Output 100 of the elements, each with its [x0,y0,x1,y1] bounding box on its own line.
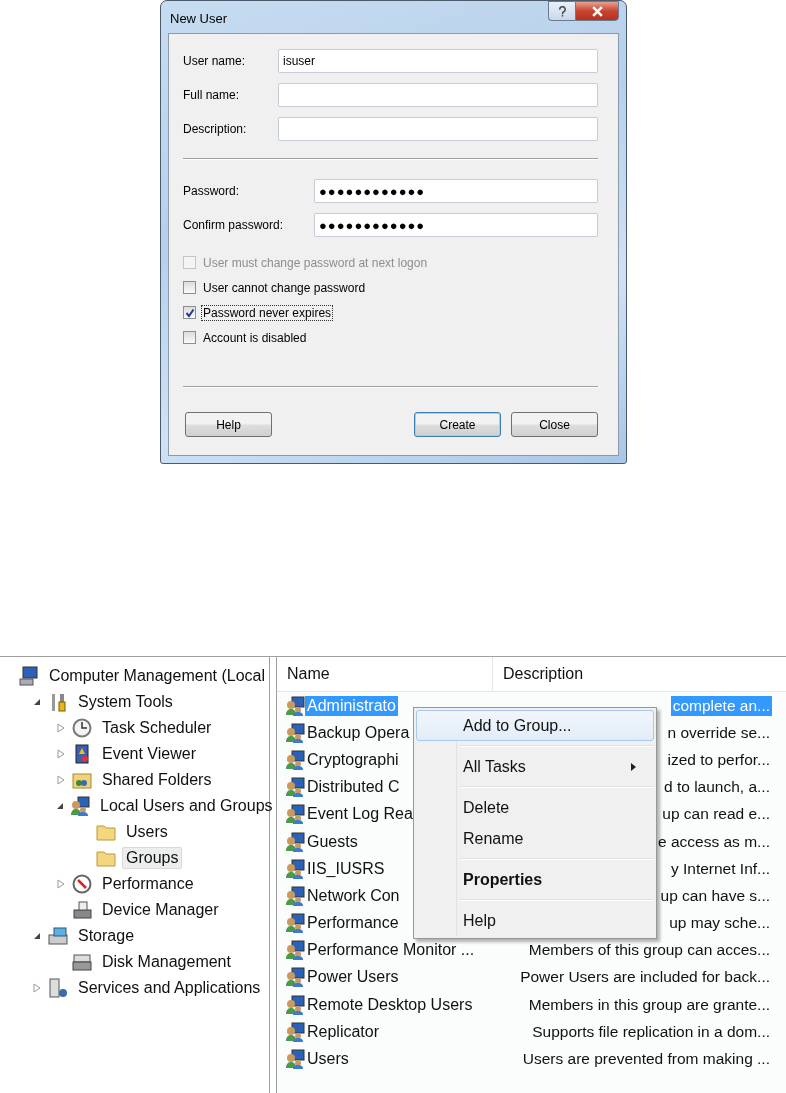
dialog-button[interactable]: Help [185,412,272,437]
menu-item[interactable]: Properties [416,864,654,895]
group-icon [285,804,305,825]
checkbox-label: Password never expires [201,304,334,321]
group-description: up can read e... [661,804,771,825]
group-description: up may sche... [668,913,771,934]
menu-item[interactable]: Add to Group... [416,710,654,741]
collapsed-arrow-icon[interactable] [57,775,65,785]
expanded-arrow-icon[interactable] [56,802,64,810]
input-field[interactable]: isuser [278,49,598,73]
group-icon [285,831,305,852]
users-icon [70,796,90,816]
group-name[interactable]: Cryptographi [305,749,401,770]
expanded-arrow-icon[interactable] [33,932,41,940]
tree-item[interactable]: Shared Folders [98,769,216,791]
group-icon [285,913,305,934]
clock-icon [72,718,92,738]
group-description: up can have s... [659,885,771,906]
computer-icon [18,666,39,686]
tree-item[interactable]: Computer Management (Local [44,665,269,687]
group-description: complete an... [670,695,772,716]
window-title: New User [170,11,228,26]
group-description: Members of this group can acces... [527,940,771,961]
collapsed-arrow-icon[interactable] [57,879,65,889]
group-icon [285,749,305,770]
group-icon [285,722,305,743]
collapsed-arrow-icon[interactable] [57,749,65,759]
tree-item[interactable]: Disk Management [98,951,235,973]
checkbox[interactable] [183,331,196,344]
input-field[interactable]: ●●●●●●●●●●●● [314,179,598,203]
group-name[interactable]: IIS_IUSRS [305,858,387,879]
dialog-button[interactable]: Close [511,412,598,437]
dialog-button[interactable]: Create [414,412,501,437]
group-name[interactable]: Backup Opera [305,722,412,743]
input-field[interactable] [278,83,598,107]
folder-icon [96,822,116,842]
input-field[interactable]: ●●●●●●●●●●●● [314,213,598,237]
group-description: e access as m... [657,831,771,852]
storage-icon [48,926,68,946]
group-icon [285,967,305,988]
group-name[interactable]: Performance [305,913,401,934]
column-header[interactable]: Description [493,657,584,691]
group-name[interactable]: Event Log Rea [305,804,415,825]
folder-icon [96,848,116,868]
tree-item[interactable]: Users [122,821,172,843]
group-icon [285,940,305,961]
checkbox-label: User cannot change password [202,279,367,296]
tree-item[interactable]: Device Manager [98,899,223,921]
group-description: ized to perfor... [666,749,771,770]
group-icon [285,1021,305,1042]
group-name[interactable]: Users [305,1049,351,1070]
gauge-icon [72,874,92,894]
tree-item[interactable]: Task Scheduler [98,717,216,739]
disk-drive-icon [72,952,92,972]
help-button[interactable] [548,1,575,21]
group-name[interactable]: Distributed C [305,777,402,798]
question-mark-icon [557,5,567,17]
menu-item[interactable]: Delete [416,792,654,823]
checkbox[interactable] [183,281,196,294]
collapsed-arrow-icon[interactable] [33,983,41,993]
group-name[interactable]: Power Users [305,967,401,988]
group-description: Supports file replication in a dom... [531,1021,771,1042]
menu-item[interactable]: Rename [416,823,654,854]
menu-item[interactable]: All Tasks [416,751,654,782]
close-button[interactable] [575,1,619,21]
tree-item[interactable]: Local Users and Groups [96,795,277,817]
tree-item[interactable]: Event Viewer [98,743,200,765]
input-field[interactable] [278,117,598,141]
group-icon [285,777,305,798]
group-name[interactable]: Performance Monitor ... [305,940,477,961]
field-label: Full name: [183,88,240,102]
notebook-icon [72,744,92,764]
group-description: d to launch, a... [663,777,771,798]
group-name[interactable]: Guests [305,831,360,852]
expanded-arrow-icon[interactable] [33,698,41,706]
field-label: Description: [183,122,247,136]
group-description: n override se... [666,722,771,743]
group-icon [285,1049,305,1070]
tree-item[interactable]: Performance [98,873,198,895]
group-name[interactable]: Replicator [305,1021,382,1042]
tree-item[interactable]: Storage [74,925,139,947]
group-icon [285,885,305,906]
column-header[interactable]: Name [277,657,493,691]
checkbox[interactable] [183,306,196,319]
group-icon [285,695,305,716]
checkbox-label: User must change password at next logon [202,254,429,271]
collapsed-arrow-icon[interactable] [57,723,65,733]
menu-item[interactable]: Help [416,905,654,936]
group-icon [285,994,305,1015]
field-label: Password: [183,184,240,198]
tree-item[interactable]: System Tools [74,691,177,713]
checkbox-label: Account is disabled [202,329,308,346]
tree-item[interactable]: Groups [122,847,183,869]
group-icon [285,858,305,879]
close-icon [590,5,604,17]
group-description: Power Users are included for back... [519,967,771,988]
group-name[interactable]: Network Con [305,885,402,906]
tree-item[interactable]: Services and Applications [74,977,265,999]
group-name[interactable]: Remote Desktop Users [305,994,475,1015]
server-icon [48,978,68,998]
